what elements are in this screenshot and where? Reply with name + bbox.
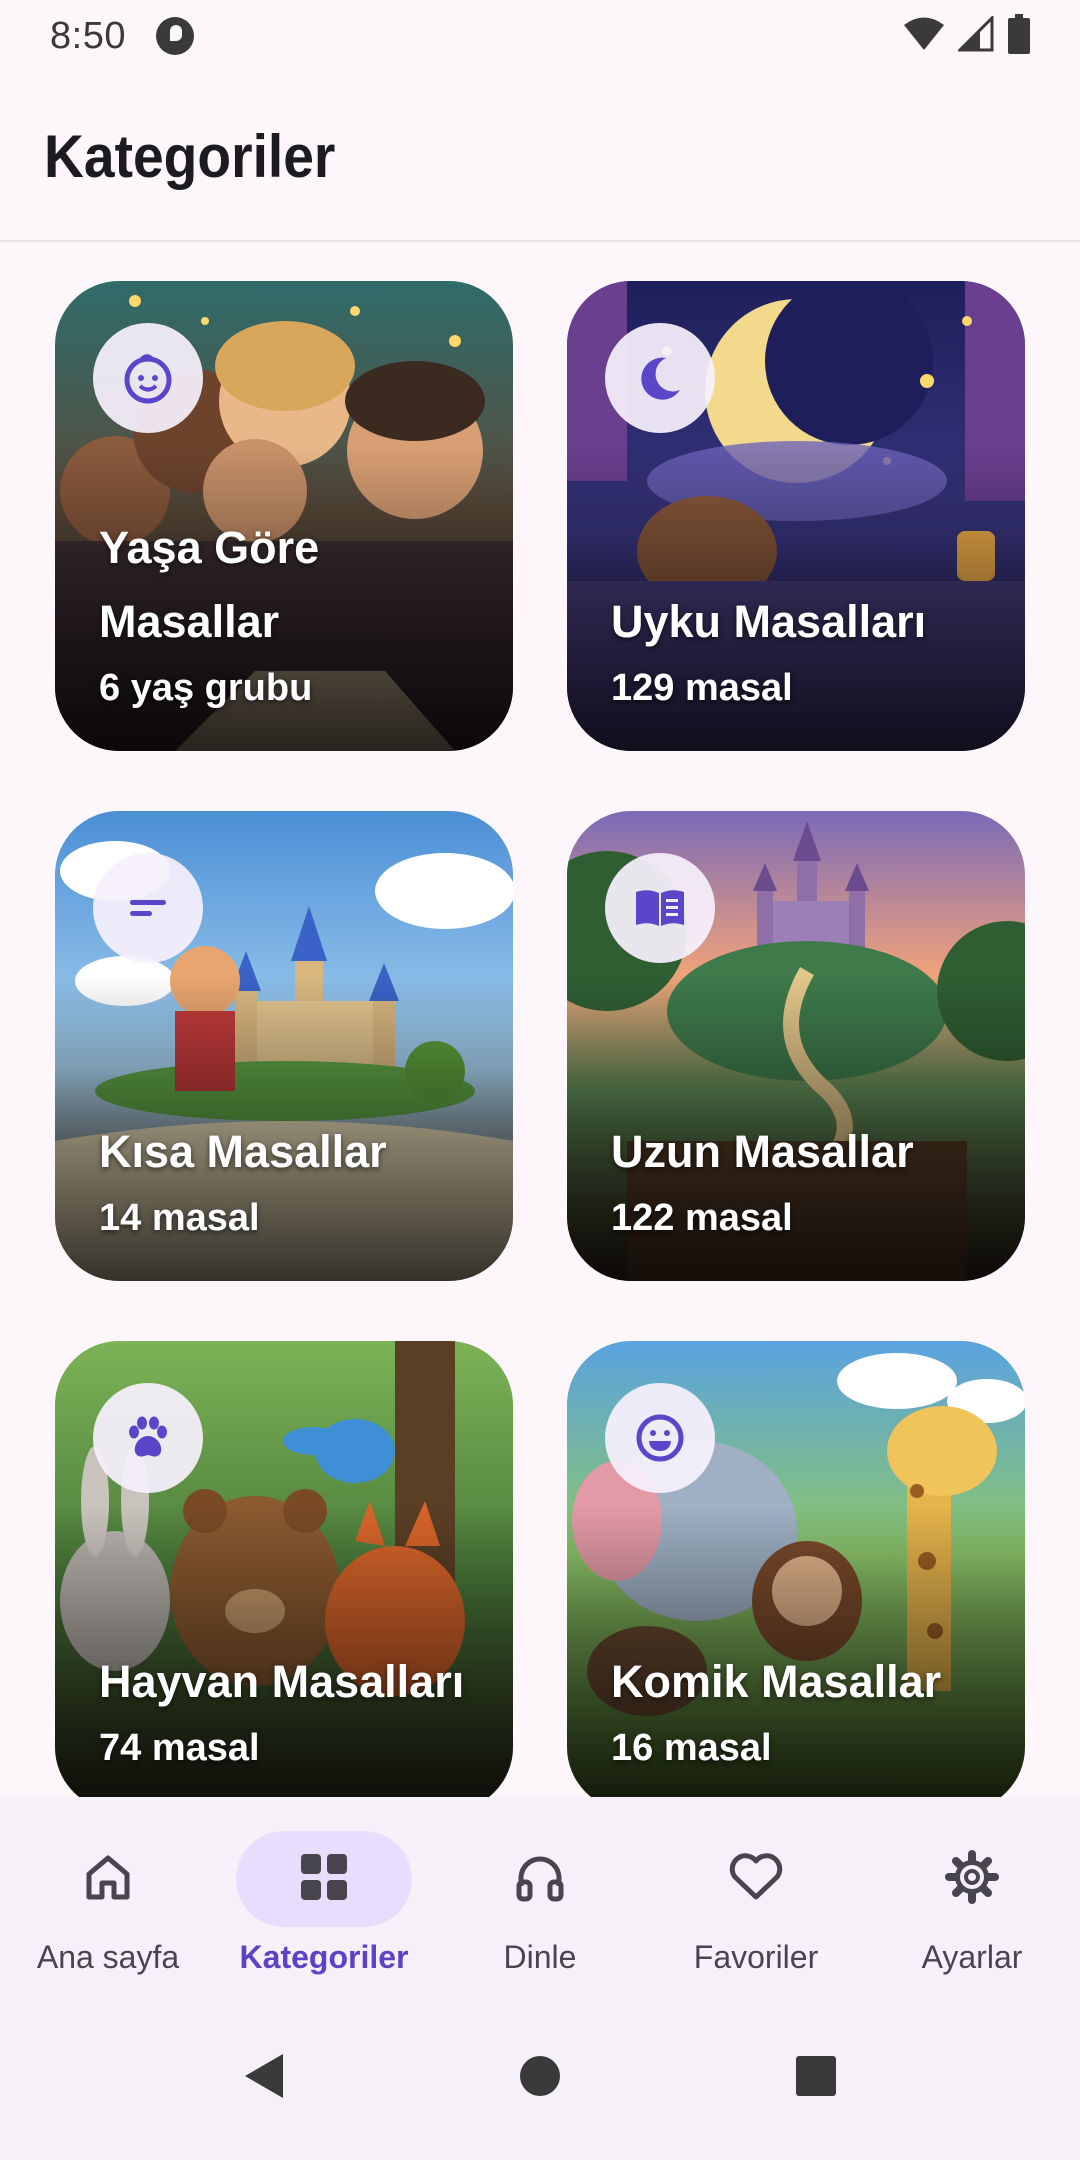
- nav-label: Favoriler: [693, 1939, 819, 1975]
- category-title: Komik Masallar: [611, 1656, 942, 1707]
- back-triangle-icon: [245, 2054, 283, 2098]
- category-title: Yaşa Göre Masallar: [99, 522, 320, 647]
- category-card-age[interactable]: Yaşa Göre Masallar 6 yaş grubu: [55, 281, 513, 751]
- category-title: Uzun Masallar: [611, 1126, 914, 1177]
- category-card-animals[interactable]: Hayvan Masalları 74 masal: [55, 1341, 513, 1811]
- category-count: 16 masal: [611, 1727, 772, 1769]
- app-header: Kategoriler: [0, 72, 1080, 242]
- category-card-short[interactable]: Kısa Masallar 14 masal: [55, 811, 513, 1281]
- category-card-sleep[interactable]: Uyku Masalları 129 masal: [567, 281, 1025, 751]
- recents-square-icon: [796, 2056, 836, 2096]
- smiley-icon: [605, 1383, 715, 1493]
- short-text-icon: [93, 853, 203, 963]
- category-count: 129 masal: [611, 667, 793, 709]
- open-book-icon: [605, 853, 715, 963]
- category-title: Uyku Masalları: [611, 596, 927, 647]
- home-icon: [81, 1850, 135, 1909]
- gear-icon: [944, 1849, 1000, 1910]
- category-card-funny[interactable]: Komik Masallar 16 masal: [567, 1341, 1025, 1811]
- heart-icon: [727, 1850, 785, 1909]
- status-time: 8:50: [50, 14, 126, 57]
- nav-item-settings[interactable]: Ayarlar: [864, 1797, 1080, 1992]
- home-circle-icon: [520, 2056, 560, 2096]
- nav-label: Dinle: [503, 1939, 577, 1975]
- wifi-icon: [904, 16, 944, 57]
- baby-face-icon: [93, 323, 203, 433]
- nav-item-favorites[interactable]: Favoriler: [648, 1797, 864, 1992]
- moon-icon: [605, 323, 715, 433]
- category-grid: Yaşa Göre Masallar 6 yaş grubu Uyku Masa…: [55, 281, 1025, 1811]
- page-title: Kategoriler: [44, 122, 336, 190]
- nav-item-home[interactable]: Ana sayfa: [0, 1797, 216, 1992]
- battery-icon: [1008, 13, 1030, 59]
- category-count: 14 masal: [99, 1197, 260, 1239]
- category-title: Kısa Masallar: [99, 1126, 387, 1177]
- nav-item-categories[interactable]: Kategoriler: [216, 1797, 432, 1992]
- nav-label: Kategoriler: [239, 1939, 409, 1975]
- home-button[interactable]: [512, 2048, 568, 2104]
- status-bar: 8:50: [0, 0, 1080, 72]
- notification-app-icon: [155, 17, 194, 55]
- cellular-signal-icon: [956, 13, 994, 57]
- category-count: 6 yaş grubu: [99, 667, 313, 709]
- category-card-long[interactable]: Uzun Masallar 122 masal: [567, 811, 1025, 1281]
- back-button[interactable]: [236, 2048, 292, 2104]
- paw-icon: [93, 1383, 203, 1493]
- nav-label: Ayarlar: [921, 1939, 1023, 1975]
- headphones-icon: [513, 1850, 567, 1909]
- system-navigation-bar: [0, 1992, 1080, 2160]
- category-count: 122 masal: [611, 1197, 793, 1239]
- recents-button[interactable]: [788, 2048, 844, 2104]
- nav-item-listen[interactable]: Dinle: [432, 1797, 648, 1992]
- category-title: Hayvan Masalları: [99, 1656, 465, 1707]
- bottom-navigation: Ana sayfa Kategoriler Dinle Favoriler Ay…: [0, 1797, 1080, 1992]
- nav-label: Ana sayfa: [36, 1939, 180, 1975]
- grid-icon: [298, 1851, 350, 1908]
- category-count: 74 masal: [99, 1727, 260, 1769]
